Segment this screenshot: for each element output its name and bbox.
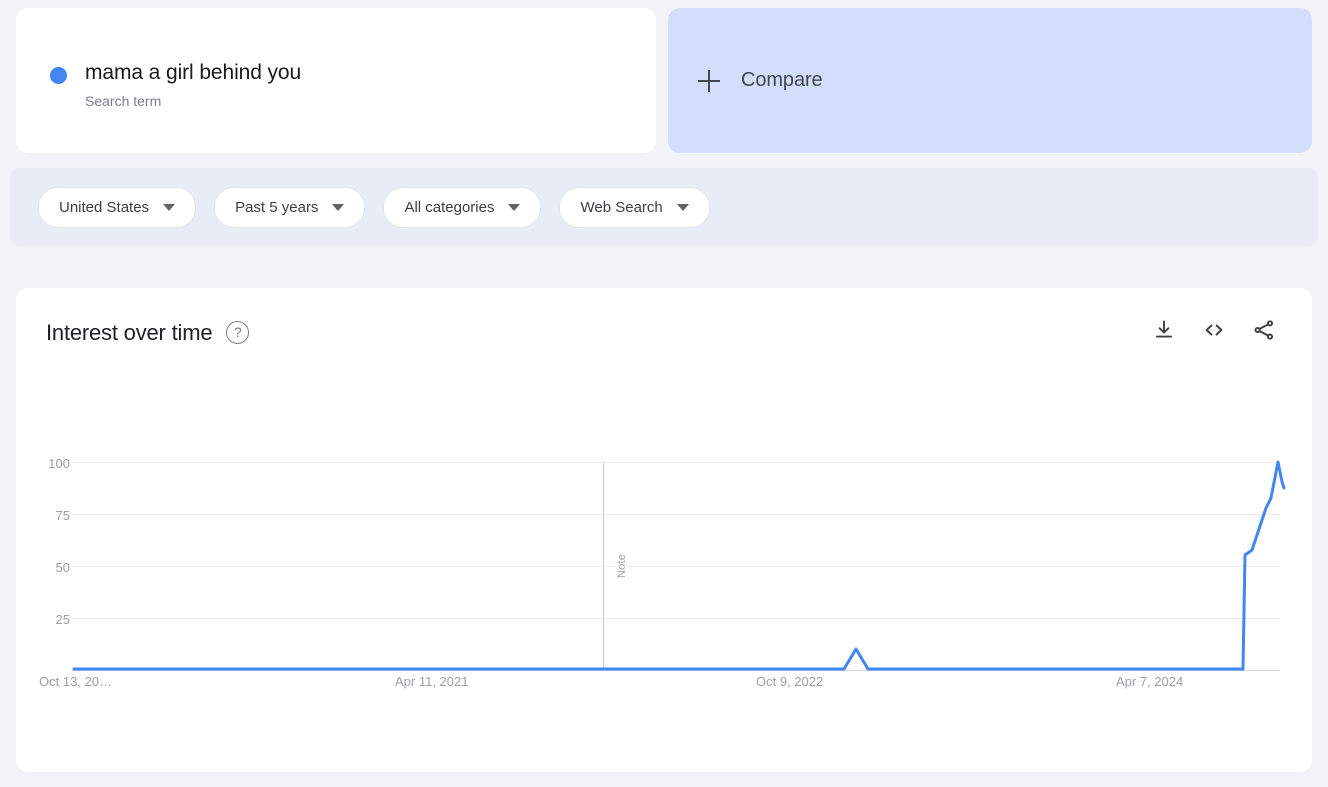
interest-over-time-card: Interest over time ? 100 75 50 25 Oct 13… [16,288,1312,772]
search-term-name: mama a girl behind you [85,61,302,84]
search-term-row: mama a girl behind you Search term Compa… [0,0,1328,160]
chevron-down-icon [332,203,345,211]
search-term-card[interactable]: mama a girl behind you Search term [16,8,656,153]
x-axis-tick-2: Oct 9, 2022 [756,674,824,689]
filter-location[interactable]: United States [38,186,197,228]
note-annotation-label: Note [616,553,628,578]
filter-location-label: United States [59,198,150,216]
series-line-mama-a-girl-behind-you [72,460,1286,671]
y-axis-tick-75: 75 [55,508,70,523]
chevron-down-icon [676,203,689,211]
y-axis-tick-25: 25 [55,612,70,627]
compare-label: Compare [741,69,823,91]
chevron-down-icon [508,203,521,211]
plus-icon [698,69,720,92]
chart-title: Interest over time [46,319,213,345]
y-axis-tick-100: 100 [48,456,70,471]
help-circle-icon[interactable]: ? [226,321,250,344]
chart-header: Interest over time ? [16,288,1312,347]
filter-bar: United States Past 5 years All categorie… [10,168,1318,246]
filter-category[interactable]: All categories [383,186,542,228]
x-axis-tick-1: Apr 11, 2021 [395,674,469,689]
y-axis-tick-50: 50 [55,560,70,575]
chart-actions [1152,318,1276,347]
x-axis-tick-0: Oct 13, 20… [39,674,112,689]
search-term-type: Search term [85,93,162,109]
filter-time-range-label: Past 5 years [235,198,319,216]
embed-code-icon[interactable] [1202,318,1226,347]
filter-time-range[interactable]: Past 5 years [214,186,366,228]
series-color-dot-icon [50,67,67,84]
share-icon[interactable] [1252,318,1276,347]
interest-line-chart [72,460,1286,671]
x-axis-tick-3: Apr 7, 2024 [1116,674,1184,689]
search-term-texts: mama a girl behind you Search term [85,60,301,110]
download-icon[interactable] [1152,318,1176,347]
filter-search-type-label: Web Search [580,198,663,216]
search-term-content: mama a girl behind you Search term [50,60,656,110]
chart-plot-area: 100 75 50 25 Oct 13, 20… Apr 11, 2021 Oc… [16,288,1312,772]
chart-gridlines [72,462,1280,619]
compare-button[interactable]: Compare [668,8,1312,153]
filter-search-type[interactable]: Web Search [559,186,710,228]
chevron-down-icon [163,203,176,211]
filter-category-label: All categories [404,198,495,216]
